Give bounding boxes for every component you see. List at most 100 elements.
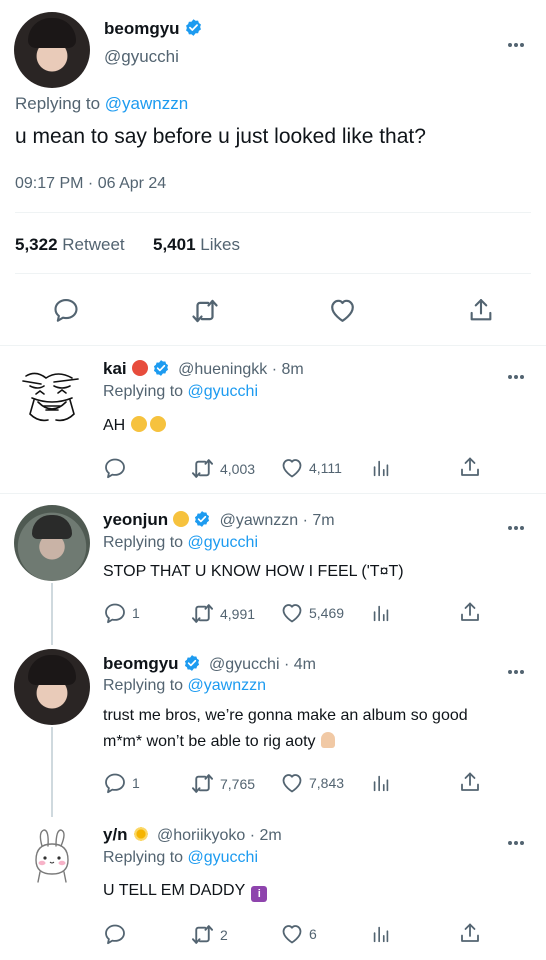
share-action[interactable]: [458, 921, 482, 945]
reply-action[interactable]: [103, 922, 132, 946]
share-action[interactable]: [458, 455, 482, 479]
timestamp: 09:17 PM · 06 Apr 24: [15, 175, 167, 192]
reply-action[interactable]: [103, 456, 132, 480]
stats-action[interactable]: [370, 601, 392, 625]
like-icon: [280, 456, 304, 480]
replying-to: Replying to @gyucchi: [103, 849, 259, 866]
more-options-icon[interactable]: [506, 832, 524, 850]
reply-icon: [103, 771, 127, 795]
reply-action[interactable]: 1: [103, 601, 140, 625]
share-icon: [458, 455, 482, 479]
tweet-time: · 4m: [283, 656, 316, 673]
retweet-icon: [190, 456, 215, 481]
more-options-icon[interactable]: [506, 661, 524, 679]
share-icon: [458, 921, 482, 945]
tweet-text-line: trust me bros, we’re gonna make an album…: [103, 707, 468, 724]
display-name[interactable]: kai: [103, 359, 127, 378]
verified-badge-icon: [184, 18, 203, 37]
retweet-icon: [190, 601, 215, 626]
share-icon: [458, 770, 482, 794]
replying-to: Replying to @yawnzzn: [103, 677, 267, 694]
replying-to: Replying to @gyucchi: [103, 383, 259, 400]
avatar[interactable]: [14, 649, 90, 725]
retweet-action[interactable]: 4,003: [190, 456, 255, 481]
reply-action[interactable]: 1: [103, 771, 140, 795]
info-emoji-icon: i: [251, 886, 268, 902]
avatar[interactable]: [14, 505, 90, 581]
tweet-text: AH: [103, 417, 126, 434]
stats-icon: [370, 601, 392, 625]
display-name[interactable]: yeonjun: [103, 510, 168, 529]
more-options-icon[interactable]: [506, 366, 524, 384]
replying-to: Replying to @yawnzzn: [15, 94, 189, 113]
stats-icon: [370, 456, 392, 480]
handle[interactable]: @horiikyoko: [157, 827, 245, 844]
replying-to-link[interactable]: @gyucchi: [188, 849, 259, 866]
reply-icon[interactable]: [52, 296, 80, 324]
verified-badge-icon: [152, 359, 170, 377]
like-icon: [280, 922, 304, 946]
sun-icon: [132, 826, 149, 842]
doodle-face-icon: [22, 372, 79, 422]
bunny-icon: [35, 829, 69, 883]
like-stats[interactable]: 5,401 Likes: [153, 235, 240, 255]
tweet-time: · 2m: [249, 827, 282, 844]
tweet-time: · 8m: [271, 361, 304, 378]
handle[interactable]: @hueningkk: [178, 361, 267, 378]
avatar[interactable]: [14, 820, 90, 896]
tweet-time: · 7m: [302, 512, 335, 529]
replying-to-link[interactable]: @yawnzzn: [105, 94, 188, 113]
replying-to-link[interactable]: @gyucchi: [188, 383, 259, 400]
retweet-action[interactable]: 7,765: [190, 771, 255, 796]
emoji-cat-icon: [173, 511, 190, 527]
more-options-icon[interactable]: [506, 517, 524, 535]
tweet-text: STOP THAT U KNOW HOW I FEEL ('T¤T): [103, 563, 404, 580]
stats-action[interactable]: [370, 456, 392, 480]
reply-icon: [103, 922, 127, 946]
share-action[interactable]: [458, 600, 482, 624]
retweet-icon: [190, 922, 215, 947]
emoji-face-icon: [150, 416, 167, 432]
display-name[interactable]: y/n: [103, 825, 128, 844]
stats-action[interactable]: [370, 771, 392, 795]
stats-icon: [370, 922, 392, 946]
handle[interactable]: @yawnzzn: [220, 512, 299, 529]
praying-hands-icon: [320, 732, 335, 748]
verified-badge-icon: [193, 510, 211, 528]
replying-to-link[interactable]: @yawnzzn: [188, 677, 267, 694]
emoji-face-icon: [131, 360, 148, 376]
retweet-action[interactable]: 4,991: [190, 601, 255, 626]
retweet-action[interactable]: 2: [190, 922, 228, 947]
tweet-text: u mean to say before u just looked like …: [15, 125, 426, 148]
stats-action[interactable]: [370, 922, 392, 946]
retweet-stats[interactable]: 5,322 Retweet: [15, 235, 125, 255]
share-icon: [458, 600, 482, 624]
replying-to: Replying to @gyucchi: [103, 534, 259, 551]
thread-line: [51, 727, 53, 817]
display-name[interactable]: beomgyu: [103, 654, 179, 673]
like-action[interactable]: 4,111: [280, 456, 342, 480]
share-icon[interactable]: [467, 296, 495, 324]
tweet-text-line: m*m* won’t be able to rig aoty: [103, 733, 316, 750]
like-action[interactable]: 6: [280, 922, 317, 946]
display-name[interactable]: beomgyu: [104, 19, 180, 38]
stats-icon: [370, 771, 392, 795]
avatar[interactable]: [14, 360, 90, 436]
like-icon: [280, 771, 304, 795]
like-action[interactable]: 7,843: [280, 771, 344, 795]
tweet-text: U TELL EM DADDY: [103, 882, 246, 899]
avatar[interactable]: [14, 12, 90, 88]
retweet-icon[interactable]: [190, 296, 220, 326]
reply-icon: [103, 456, 127, 480]
emoji-face-icon: [131, 416, 148, 432]
more-options-icon[interactable]: [506, 34, 524, 52]
handle[interactable]: @gyucchi: [104, 47, 179, 67]
like-icon: [280, 601, 304, 625]
reply-icon: [103, 601, 127, 625]
share-action[interactable]: [458, 770, 482, 794]
replying-to-link[interactable]: @gyucchi: [188, 534, 259, 551]
like-action[interactable]: 5,469: [280, 601, 344, 625]
thread-line: [51, 583, 53, 645]
handle[interactable]: @gyucchi: [209, 656, 280, 673]
like-icon[interactable]: [328, 296, 357, 325]
